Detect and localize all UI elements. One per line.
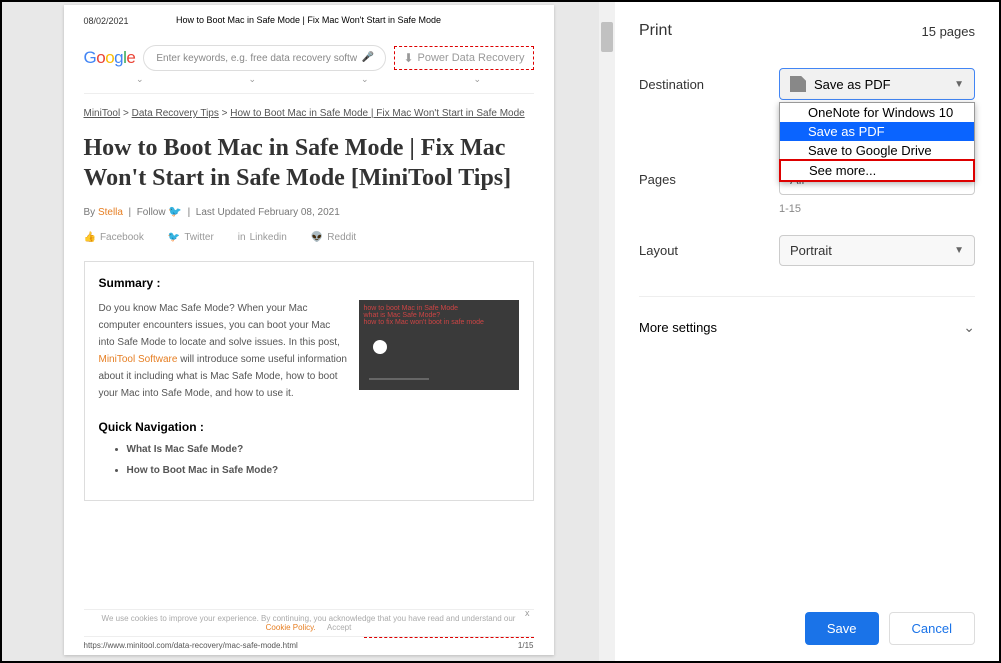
download-icon: ⬇: [403, 51, 413, 65]
share-facebook[interactable]: 👍Facebook: [84, 232, 144, 243]
more-settings-toggle[interactable]: More settings ⌄: [639, 315, 975, 340]
twitter-icon: 🐦: [168, 232, 180, 243]
minitool-link[interactable]: MiniTool Software: [99, 354, 178, 365]
summary-box: Summary : Do you know Mac Safe Mode? Whe…: [84, 261, 534, 501]
chevron-down-icon: ⌄: [248, 74, 256, 85]
page-header-title: How to Boot Mac in Safe Mode | Fix Mac W…: [64, 15, 554, 25]
cancel-button[interactable]: Cancel: [889, 612, 975, 645]
byline-by: By: [84, 207, 96, 218]
chevron-down-icon: ⌄: [473, 74, 481, 85]
dropdown-item-save-pdf[interactable]: Save as PDF: [780, 122, 974, 141]
save-button[interactable]: Save: [805, 612, 879, 645]
cookie-accept[interactable]: Accept: [327, 623, 351, 632]
preview-scrollbar[interactable]: [599, 2, 615, 661]
chevron-down-icon: ▼: [954, 245, 964, 256]
layout-label: Layout: [639, 243, 779, 258]
byline-author[interactable]: Stella: [98, 207, 123, 218]
footer-url: https://www.minitool.com/data-recovery/m…: [84, 641, 298, 650]
chevron-down-icon: ⌄: [136, 74, 144, 85]
chevron-down-icon: ▼: [954, 79, 964, 90]
dropdown-item-see-more[interactable]: See more...: [779, 159, 975, 182]
summary-thumbnail: how to boot Mac in Safe Mode what is Mac…: [359, 300, 519, 390]
article-title: How to Boot Mac in Safe Mode | Fix Mac W…: [84, 133, 534, 193]
share-twitter[interactable]: 🐦Twitter: [168, 232, 214, 243]
print-footer: Save Cancel: [639, 612, 975, 645]
social-share-row: 👍Facebook 🐦Twitter inLinkedin 👽Reddit: [84, 232, 534, 243]
share-reddit[interactable]: 👽Reddit: [311, 232, 356, 243]
breadcrumb-section[interactable]: Data Recovery Tips: [132, 108, 219, 119]
mic-icon: 🎤: [361, 52, 373, 64]
quicknav-item[interactable]: How to Boot Mac in Safe Mode?: [127, 465, 519, 476]
facebook-icon: 👍: [84, 232, 96, 243]
print-preview-pane: 08/02/2021 How to Boot Mac in Safe Mode …: [2, 2, 615, 661]
quicknav-list: What Is Mac Safe Mode? How to Boot Mac i…: [127, 444, 519, 476]
share-linkedin[interactable]: inLinkedin: [238, 232, 287, 243]
pdr-label: Power Data Recovery: [418, 52, 525, 64]
byline-follow[interactable]: Follow: [137, 207, 166, 218]
pages-label: Pages: [639, 172, 779, 187]
breadcrumb-home[interactable]: MiniTool: [84, 108, 121, 119]
cookie-policy-link[interactable]: Cookie Policy.: [266, 623, 316, 632]
quicknav-item[interactable]: What Is Mac Safe Mode?: [127, 444, 519, 455]
dropdown-item-onenote[interactable]: OneNote for Windows 10: [780, 103, 974, 122]
print-title: Print: [639, 22, 672, 40]
dropdown-item-google-drive[interactable]: Save to Google Drive: [780, 141, 974, 160]
twitter-icon[interactable]: 🐦: [168, 206, 182, 218]
cookie-banner: x We use cookies to improve your experie…: [84, 609, 534, 637]
quicknav-heading: Quick Navigation :: [99, 420, 519, 434]
thumbnail-badge-icon: [373, 340, 387, 354]
pages-hint: 1-15: [779, 203, 975, 215]
layout-select[interactable]: Portrait ▼: [779, 235, 975, 266]
print-settings-pane: Print 15 pages Destination Save as PDF ▼…: [615, 2, 999, 661]
close-icon[interactable]: x: [525, 608, 530, 618]
summary-text: Do you know Mac Safe Mode? When your Mac…: [99, 300, 349, 402]
reddit-icon: 👽: [311, 232, 323, 243]
scrollbar-thumb[interactable]: [601, 22, 613, 52]
destination-select[interactable]: Save as PDF ▼: [779, 68, 975, 100]
pdf-file-icon: [790, 76, 806, 92]
more-settings-label: More settings: [639, 320, 717, 335]
destination-label: Destination: [639, 77, 779, 92]
search-input[interactable]: Enter keywords, e.g. free data recovery …: [143, 45, 386, 71]
destination-row: Destination Save as PDF ▼ OneNote for Wi…: [639, 68, 975, 100]
chevron-down-icon: ⌄: [963, 319, 975, 336]
layout-row: Layout Portrait ▼: [639, 235, 975, 266]
google-logo: Google: [84, 48, 136, 68]
byline: By Stella | Follow 🐦 | Last Updated Febr…: [84, 205, 534, 218]
divider: [639, 296, 975, 297]
preview-page: 08/02/2021 How to Boot Mac in Safe Mode …: [64, 5, 554, 655]
footer-page-number: 1/15: [518, 641, 534, 650]
breadcrumb-page[interactable]: How to Boot Mac in Safe Mode | Fix Mac W…: [230, 108, 524, 119]
byline-updated: Last Updated February 08, 2021: [196, 207, 340, 218]
layout-value: Portrait: [790, 243, 832, 258]
annotation-marker: [364, 637, 534, 638]
summary-heading: Summary :: [99, 276, 519, 290]
linkedin-icon: in: [238, 232, 246, 243]
print-page-count: 15 pages: [922, 24, 976, 39]
breadcrumb: MiniTool > Data Recovery Tips > How to B…: [84, 108, 534, 119]
power-data-recovery-button[interactable]: ⬇ Power Data Recovery: [394, 46, 533, 70]
destination-dropdown: OneNote for Windows 10 Save as PDF Save …: [779, 102, 975, 182]
destination-value: Save as PDF: [814, 77, 891, 92]
nav-divider: ⌄ ⌄ ⌄ ⌄: [84, 71, 534, 94]
chevron-down-icon: ⌄: [361, 74, 369, 85]
search-placeholder: Enter keywords, e.g. free data recovery …: [156, 53, 357, 64]
